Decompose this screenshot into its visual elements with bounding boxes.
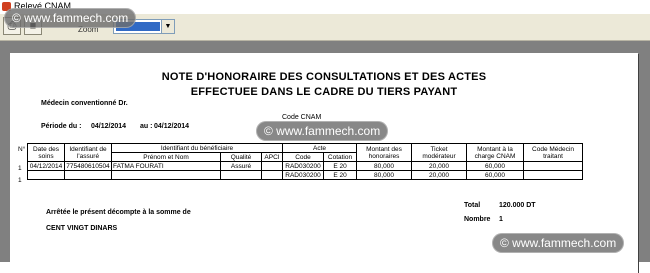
cell-cotation: E 20 (323, 161, 357, 171)
cell-code: RAD030200 (282, 161, 324, 171)
header-prenom-nom: Prénom et Nom (111, 152, 221, 162)
amount-in-words: CENT VINGT DINARS (46, 225, 118, 232)
header-date: Date des soins (27, 143, 65, 162)
cell-honoraires: 80,000 (356, 161, 412, 171)
code-cnam-label: Code CNAM (282, 114, 322, 121)
header-code: Code (282, 152, 324, 162)
cell-qualite (220, 170, 262, 180)
cell-assure: 775480610504 (64, 161, 112, 171)
watermark: © www.fammech.com (256, 121, 389, 141)
col-no-header: N° (18, 146, 26, 153)
header-identifiant-beneficiaire: Identifiant du bénéficiaire (111, 143, 283, 153)
header-ticket: Ticket modérateur (411, 143, 467, 162)
cell-date (27, 170, 65, 180)
row-no: 1 (18, 177, 22, 184)
report-title-line1: NOTE D'HONORAIRE DES CONSULTATIONS ET DE… (161, 71, 487, 83)
cell-nom (111, 170, 221, 180)
cell-qualite: Assuré (220, 161, 262, 171)
report-viewer[interactable]: NOTE D'HONORAIRE DES CONSULTATIONS ET DE… (0, 41, 650, 273)
medecin-label: Médecin conventionné Dr. (41, 100, 128, 107)
table-row: 04/12/2014 775480610504 FATMA FOURATI As… (27, 161, 583, 171)
header-apci: APCI (261, 152, 283, 162)
cell-honoraires: 80,000 (356, 170, 412, 180)
header-montant-honoraires: Montant des honoraires (356, 143, 412, 162)
arrete-text: Arrêtée le présent décompte à la somme d… (46, 209, 191, 216)
periode-label: Période du : (41, 123, 82, 130)
cell-ticket: 20,000 (411, 170, 467, 180)
watermark: © www.fammech.com (4, 8, 137, 28)
honoraires-table: Date des soins Identifiant de l'assuré I… (27, 143, 583, 180)
cell-cnam: 60,000 (466, 161, 524, 171)
cell-medecin (523, 161, 583, 171)
cell-ticket: 20,000 (411, 161, 467, 171)
cell-apci (261, 170, 283, 180)
periode-to-label: au : (140, 123, 153, 130)
header-code-medecin: Code Médecin traitant (523, 143, 583, 162)
cell-cotation: E 20 (323, 170, 357, 180)
nombre-label: Nombre (464, 216, 491, 223)
table-row: RAD030200 E 20 80,000 20,000 60,000 (27, 170, 583, 180)
total-value: 120.000 DT (499, 202, 536, 209)
chevron-down-icon[interactable]: ▼ (161, 20, 174, 33)
cell-nom: FATMA FOURATI (111, 161, 221, 171)
nombre-value: 1 (499, 216, 503, 223)
watermark: © www.fammech.com (492, 233, 625, 253)
total-label: Total (464, 202, 481, 209)
periode-to: 04/12/2014 (154, 123, 190, 130)
report-title-line2: EFFECTUEE DANS LE CADRE DU TIERS PAYANT (190, 86, 458, 98)
header-montant-cnam: Montant à la charge CNAM (466, 143, 524, 162)
cell-code: RAD030200 (282, 170, 324, 180)
cell-medecin (523, 170, 583, 180)
header-acte: Acte (282, 143, 357, 153)
header-qualite: Qualité (220, 152, 262, 162)
cell-date: 04/12/2014 (27, 161, 65, 171)
cell-apci (261, 161, 283, 171)
cell-assure (64, 170, 112, 180)
header-identifiant-assure: Identifiant de l'assuré (64, 143, 112, 162)
header-cotation: Cotation (323, 152, 357, 162)
cell-cnam: 60,000 (466, 170, 524, 180)
row-no: 1 (18, 165, 22, 172)
periode-from: 04/12/2014 (91, 123, 127, 130)
